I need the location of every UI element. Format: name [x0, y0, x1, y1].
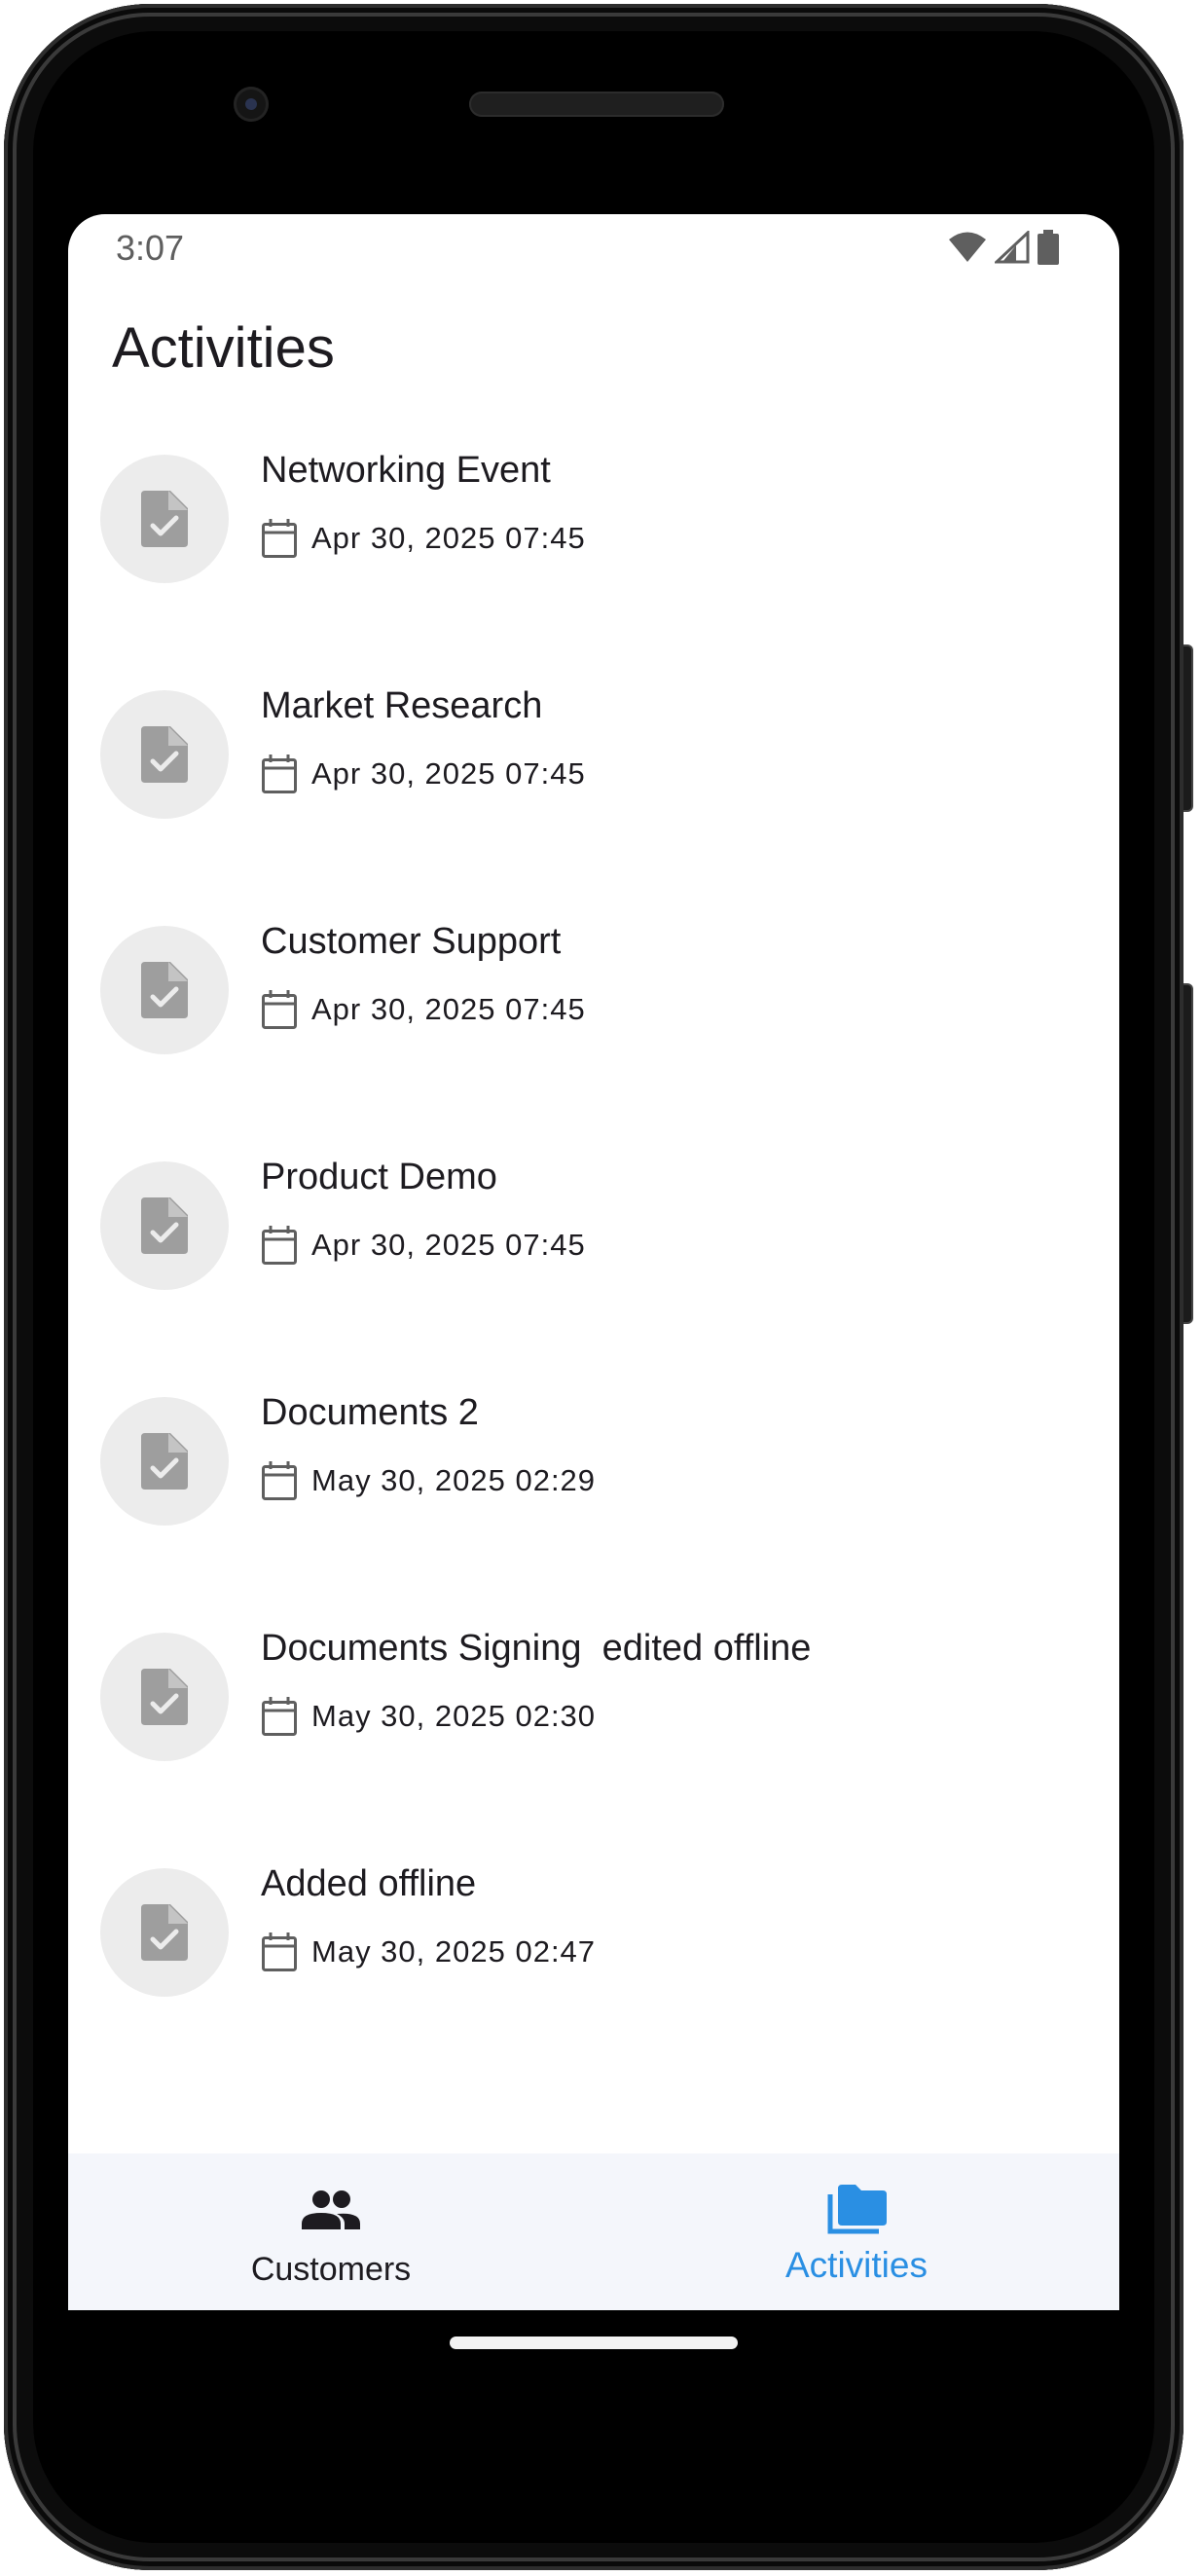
front-camera	[234, 87, 269, 122]
page-title: Activities	[112, 316, 335, 380]
activity-date-row: Apr 30, 2025 07:45	[261, 1225, 586, 1266]
status-bar: 3:07	[68, 214, 1119, 282]
nav-label-activities: Activities	[785, 2245, 928, 2285]
nav-item-customers[interactable]: Customers	[68, 2153, 594, 2310]
list-item[interactable]: Customer Support Apr 30, 2025 07:45	[68, 921, 1119, 1157]
activity-date-row: May 30, 2025 02:29	[261, 1460, 596, 1501]
phone-device: 3:07 Activities Networking Event Apr 30,…	[0, 0, 1202, 2576]
activity-date-row: Apr 30, 2025 07:45	[261, 754, 586, 794]
activity-title: Added offline	[261, 1863, 477, 1904]
activity-date: Apr 30, 2025 07:45	[311, 756, 586, 791]
calendar-icon	[262, 1697, 297, 1736]
activity-list: Networking Event Apr 30, 2025 07:45 Mark…	[68, 450, 1119, 2099]
activity-date: May 30, 2025 02:30	[311, 1699, 597, 1733]
list-item[interactable]: Product Demo Apr 30, 2025 07:45	[68, 1157, 1119, 1392]
calendar-icon	[262, 754, 297, 793]
activity-title: Product Demo	[261, 1157, 497, 1197]
activity-avatar	[100, 1397, 229, 1526]
home-indicator[interactable]	[450, 2337, 738, 2349]
document-check-icon	[141, 1197, 188, 1254]
activity-date: Apr 30, 2025 07:45	[311, 1228, 586, 1262]
activity-date: May 30, 2025 02:47	[311, 1934, 597, 1969]
bottom-navigation: Customers Activities	[68, 2153, 1119, 2310]
document-check-icon	[141, 1669, 188, 1725]
list-item[interactable]: Added offline May 30, 2025 02:47	[68, 1863, 1119, 2099]
people-icon	[300, 2183, 362, 2237]
activity-title: Networking Event	[261, 450, 551, 491]
nav-label-customers: Customers	[250, 2251, 412, 2288]
list-item[interactable]: Documents Signing edited offline May 30,…	[68, 1628, 1119, 1863]
activity-date-row: Apr 30, 2025 07:45	[261, 518, 586, 559]
nav-item-activities[interactable]: Activities	[594, 2153, 1119, 2310]
activity-date: Apr 30, 2025 07:45	[311, 521, 586, 555]
status-time: 3:07	[116, 228, 185, 268]
activity-date: May 30, 2025 02:29	[311, 1463, 597, 1497]
activity-avatar	[100, 926, 229, 1054]
activity-date-row: May 30, 2025 02:30	[261, 1696, 596, 1737]
list-item[interactable]: Market Research Apr 30, 2025 07:45	[68, 685, 1119, 921]
document-check-icon	[141, 491, 188, 547]
activity-date: Apr 30, 2025 07:45	[311, 992, 586, 1026]
activity-title: Documents Signing edited offline	[261, 1628, 812, 1669]
activity-avatar	[100, 1868, 229, 1997]
activity-title: Documents 2	[261, 1392, 479, 1433]
activity-avatar	[100, 455, 229, 583]
wifi-icon	[949, 232, 986, 262]
calendar-icon	[262, 1461, 297, 1500]
earpiece-speaker	[469, 92, 724, 117]
document-check-icon	[141, 726, 188, 783]
document-check-icon	[141, 962, 188, 1018]
activity-date-row: May 30, 2025 02:47	[261, 1932, 596, 1972]
app-screen: 3:07 Activities Networking Event Apr 30,…	[68, 214, 1119, 2310]
activity-title: Customer Support	[261, 921, 562, 962]
activity-avatar	[100, 1161, 229, 1290]
activity-title: Market Research	[261, 685, 543, 726]
calendar-icon	[262, 1932, 297, 1971]
calendar-icon	[262, 1226, 297, 1265]
calendar-icon	[262, 519, 297, 558]
activity-date-row: Apr 30, 2025 07:45	[261, 989, 586, 1030]
activity-avatar	[100, 1633, 229, 1761]
activity-avatar	[100, 690, 229, 819]
document-check-icon	[141, 1433, 188, 1490]
list-item[interactable]: Networking Event Apr 30, 2025 07:45	[68, 450, 1119, 685]
document-check-icon	[141, 1904, 188, 1961]
signal-icon	[995, 231, 1030, 264]
folder-icon	[824, 2183, 889, 2237]
status-icons	[948, 230, 1059, 265]
battery-icon	[1038, 230, 1059, 265]
list-item[interactable]: Documents 2 May 30, 2025 02:29	[68, 1392, 1119, 1628]
calendar-icon	[262, 990, 297, 1029]
